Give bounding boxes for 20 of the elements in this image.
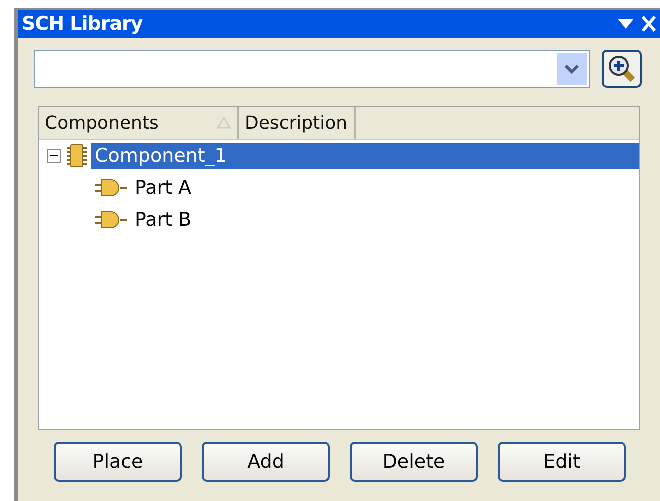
column-header[interactable]: Description	[239, 107, 356, 139]
chevron-icon	[565, 64, 579, 74]
window-title: SCH Library	[22, 13, 144, 35]
gate-icon	[95, 179, 127, 197]
close-icon[interactable]	[642, 16, 656, 32]
action-button[interactable]: Add	[202, 442, 330, 482]
chip-icon	[67, 144, 87, 168]
gate-icon	[95, 211, 127, 229]
action-button[interactable]: Edit	[498, 442, 626, 482]
dropdown-button[interactable]	[557, 53, 587, 85]
collapse-toggle[interactable]	[47, 149, 61, 163]
action-button[interactable]: Delete	[350, 442, 478, 482]
zoom-button[interactable]	[602, 50, 642, 88]
tree-item[interactable]: Part A	[131, 175, 196, 201]
tree-item[interactable]: Component_1	[91, 143, 639, 169]
tree-item[interactable]: Part B	[131, 207, 196, 233]
search-combo[interactable]	[34, 50, 590, 88]
dropdown-icon[interactable]	[618, 19, 634, 29]
action-button[interactable]: Place	[54, 442, 182, 482]
column-header[interactable]: Components	[39, 107, 239, 139]
